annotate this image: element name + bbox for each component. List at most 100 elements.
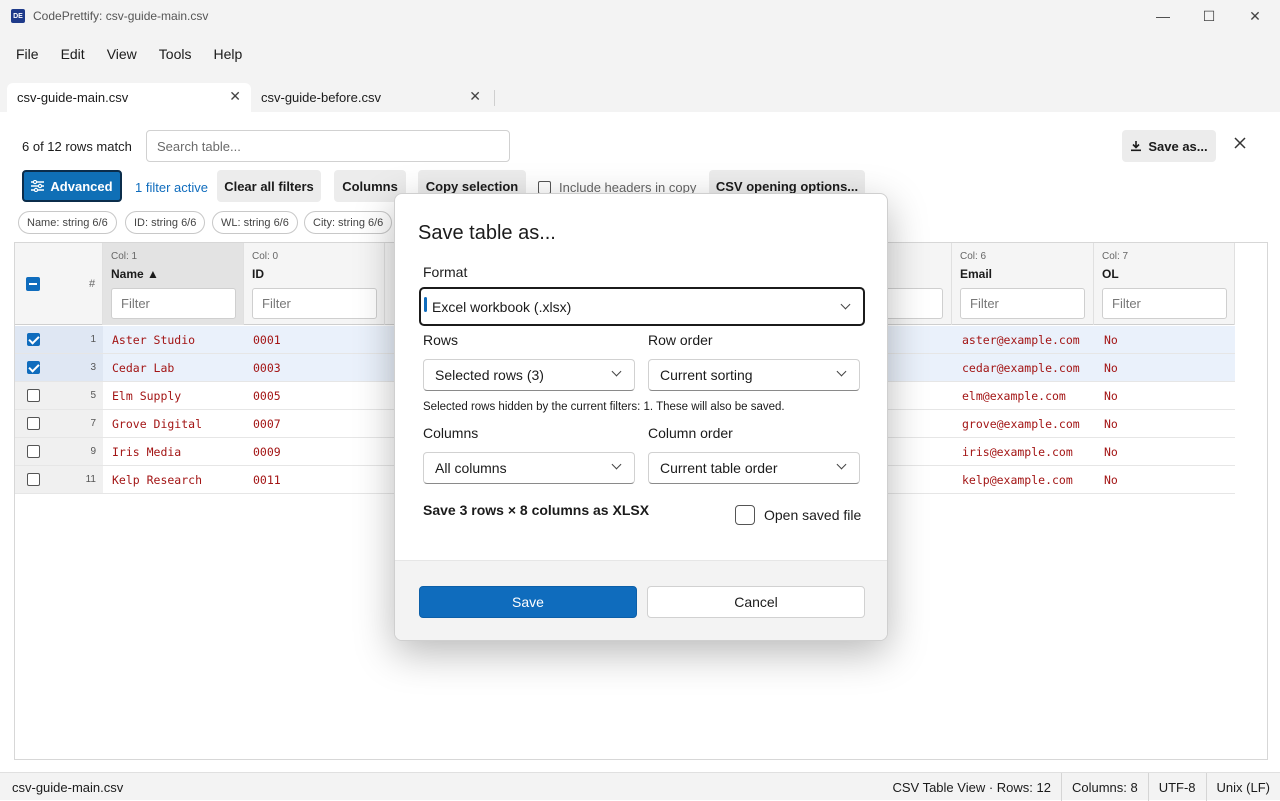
status-filename: csv-guide-main.csv — [12, 780, 124, 795]
row-order-label: Row order — [648, 332, 713, 348]
status-line-ending[interactable]: Unix (LF) — [1205, 773, 1280, 801]
cell-name[interactable]: Iris Media — [112, 445, 181, 459]
format-label: Format — [423, 264, 468, 280]
menu-help[interactable]: Help — [202, 40, 253, 68]
close-panel-icon[interactable] — [1234, 137, 1246, 149]
cell-ol[interactable]: No — [1104, 417, 1118, 431]
tab-csv-guide-before[interactable]: csv-guide-before.csv ✕ — [251, 83, 491, 112]
column-order-label: Column order — [648, 425, 733, 441]
chevron-down-icon — [836, 366, 847, 377]
cell-id[interactable]: 0001 — [253, 333, 281, 347]
columns-value: All columns — [435, 460, 507, 476]
cell-id[interactable]: 0007 — [253, 417, 281, 431]
tab-label: csv-guide-main.csv — [17, 90, 129, 105]
column-filter-input[interactable]: Filter — [1102, 288, 1227, 319]
menu-edit[interactable]: Edit — [50, 40, 96, 68]
cell-email[interactable]: iris@example.com — [962, 445, 1073, 459]
column-type-chip: WL: string 6/6 — [212, 211, 298, 234]
cell-name[interactable]: Cedar Lab — [112, 361, 174, 375]
cell-email[interactable]: aster@example.com — [962, 333, 1080, 347]
row-number: 9 — [90, 446, 96, 457]
cell-id[interactable]: 0009 — [253, 445, 281, 459]
tab-bar: csv-guide-main.csv ✕ csv-guide-before.cs… — [0, 76, 1280, 112]
sliders-icon — [31, 180, 45, 192]
cell-email[interactable]: kelp@example.com — [962, 473, 1073, 487]
app-logo-icon: DE — [11, 9, 25, 23]
columns-select[interactable]: All columns — [423, 452, 635, 484]
minimize-icon[interactable]: — — [1140, 0, 1186, 32]
column-index: Col: 6 — [960, 251, 987, 262]
columns-label: Columns — [423, 425, 479, 441]
column-name: Email — [960, 267, 993, 281]
row-checkbox[interactable] — [27, 333, 40, 346]
row-number-header: # — [15, 243, 103, 325]
close-tab-icon[interactable]: ✕ — [229, 88, 241, 105]
column-filter-input[interactable]: Filter — [960, 288, 1085, 319]
cell-name[interactable]: Elm Supply — [112, 389, 181, 403]
cell-name[interactable]: Grove Digital — [112, 417, 202, 431]
column-index: Col: 1 — [111, 251, 138, 262]
advanced-button[interactable]: Advanced — [22, 170, 122, 202]
format-select[interactable]: Excel workbook (.xlsx) — [419, 287, 865, 326]
menu-file[interactable]: File — [5, 40, 50, 68]
column-filter-input[interactable]: Filter — [111, 288, 236, 319]
clear-filters-button[interactable]: Clear all filters — [217, 170, 321, 202]
cancel-button[interactable]: Cancel — [647, 586, 865, 618]
column-header-name[interactable]: Col: 1 Name ▲ Filter — [103, 243, 244, 325]
hidden-rows-note: Selected rows hidden by the current filt… — [423, 401, 785, 413]
save-button[interactable]: Save — [419, 586, 637, 618]
column-filter-input[interactable]: Filter — [252, 288, 377, 319]
column-name: ID — [252, 267, 264, 281]
checkbox-box[interactable] — [735, 505, 755, 525]
chevron-down-icon — [840, 299, 851, 310]
status-encoding[interactable]: UTF-8 — [1147, 773, 1206, 801]
cell-email[interactable]: grove@example.com — [962, 417, 1080, 431]
menu-bar: File Edit View Tools Help — [0, 32, 1280, 76]
column-filter-input[interactable] — [885, 288, 943, 319]
cell-email[interactable]: cedar@example.com — [962, 361, 1080, 375]
close-window-icon[interactable]: ✕ — [1232, 0, 1278, 32]
title-bar: DE CodePrettify: csv-guide-main.csv — ☐ … — [0, 0, 1280, 32]
column-order-select[interactable]: Current table order — [648, 452, 860, 484]
chevron-down-icon — [836, 459, 847, 470]
search-input[interactable] — [146, 130, 510, 162]
column-header-ol[interactable]: Col: 7 OL Filter — [1094, 243, 1235, 325]
status-bar: csv-guide-main.csv CSV Table View · Rows… — [0, 772, 1280, 801]
menu-view[interactable]: View — [96, 40, 148, 68]
download-icon — [1131, 141, 1142, 152]
save-as-label: Save as... — [1148, 138, 1208, 154]
row-checkbox[interactable] — [27, 361, 40, 374]
cell-ol[interactable]: No — [1104, 361, 1118, 375]
select-all-checkbox[interactable] — [26, 277, 40, 291]
menu-tools[interactable]: Tools — [148, 40, 203, 68]
close-tab-icon[interactable]: ✕ — [469, 88, 481, 105]
row-checkbox[interactable] — [27, 473, 40, 486]
column-header-id[interactable]: Col: 0 ID Filter — [244, 243, 385, 325]
filter-active-link[interactable]: 1 filter active — [135, 180, 208, 195]
column-header-email[interactable]: Col: 6 Email Filter — [952, 243, 1094, 325]
cell-id[interactable]: 0003 — [253, 361, 281, 375]
open-saved-file-checkbox[interactable]: Open saved file — [735, 505, 861, 525]
maximize-icon[interactable]: ☐ — [1186, 0, 1232, 32]
cell-ol[interactable]: No — [1104, 389, 1118, 403]
row-checkbox[interactable] — [27, 417, 40, 430]
save-as-button[interactable]: Save as... — [1122, 130, 1216, 162]
cell-ol[interactable]: No — [1104, 445, 1118, 459]
row-order-select[interactable]: Current sorting — [648, 359, 860, 391]
row-checkbox[interactable] — [27, 445, 40, 458]
cell-ol[interactable]: No — [1104, 473, 1118, 487]
cell-ol[interactable]: No — [1104, 333, 1118, 347]
cell-name[interactable]: Kelp Research — [112, 473, 202, 487]
cell-id[interactable]: 0011 — [253, 473, 281, 487]
cell-name[interactable]: Aster Studio — [112, 333, 195, 347]
row-checkbox[interactable] — [27, 389, 40, 402]
tab-csv-guide-main[interactable]: csv-guide-main.csv ✕ — [7, 83, 251, 112]
save-table-dialog: Save table as... Format Excel workbook (… — [394, 193, 888, 641]
column-type-chip: City: string 6/6 — [304, 211, 393, 234]
tab-divider — [494, 90, 495, 106]
rows-select[interactable]: Selected rows (3) — [423, 359, 635, 391]
row-number: 3 — [90, 362, 96, 373]
cell-id[interactable]: 0005 — [253, 389, 281, 403]
column-name: OL — [1102, 267, 1119, 281]
cell-email[interactable]: elm@example.com — [962, 389, 1066, 403]
